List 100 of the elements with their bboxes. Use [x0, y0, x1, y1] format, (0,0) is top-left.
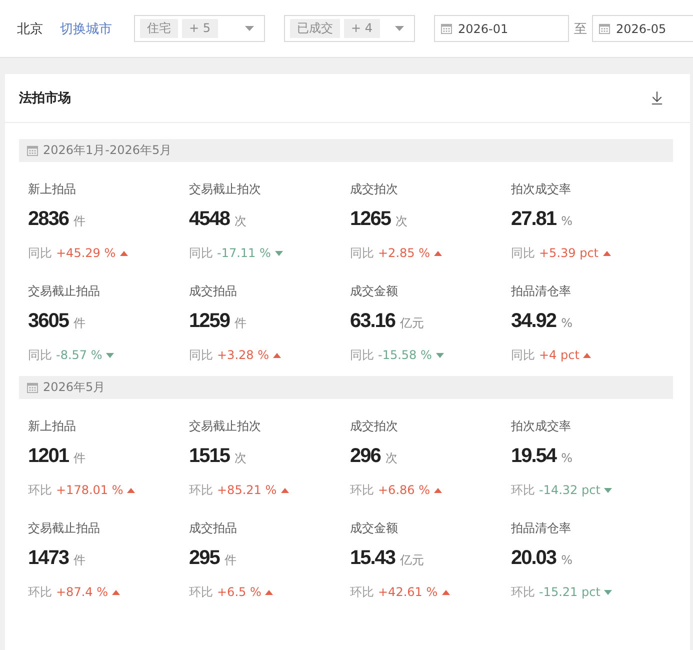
metric-label: 成交金额 — [350, 283, 398, 300]
change-value: -14.32 pct — [539, 483, 600, 497]
metric-unit: 件 — [74, 213, 86, 230]
filter-tag: 已成交 — [290, 19, 340, 38]
compare-label: 环比 — [28, 482, 52, 498]
compare-label: 同比 — [511, 244, 535, 262]
filter-select[interactable]: 住宅 + 5 — [134, 15, 265, 42]
metric-unit: % — [561, 214, 572, 228]
metric-label: 交易截止拍品 — [28, 283, 100, 300]
metric-value: 1515 — [189, 444, 230, 469]
change-value: +6.5 % — [217, 585, 262, 599]
compare-label: 环比 — [511, 482, 535, 498]
compare-label: 同比 — [189, 244, 213, 262]
compare-label: 同比 — [350, 346, 374, 364]
switch-city-link[interactable]: 切换城市 — [60, 20, 112, 38]
change-value: +6.86 % — [378, 483, 430, 497]
metric-label: 拍品清仓率 — [511, 283, 571, 300]
metric-unit: 件 — [74, 450, 86, 467]
metric-unit: % — [561, 451, 572, 465]
metric-label: 成交拍次 — [350, 418, 398, 435]
change-value: -15.21 pct — [539, 585, 600, 599]
metric-value: 1473 — [28, 546, 68, 571]
metric-unit: % — [561, 316, 572, 330]
metric-unit: 次 — [385, 450, 398, 467]
caret-icon — [245, 26, 254, 31]
metric-label: 交易截止拍品 — [28, 520, 100, 537]
metric-label: 交易截止拍次 — [189, 181, 261, 198]
metric-label: 交易截止拍次 — [189, 418, 261, 435]
compare-label: 同比 — [511, 346, 535, 364]
metric-unit: 件 — [74, 315, 86, 332]
compare-label: 同比 — [28, 244, 52, 262]
calendar-icon — [599, 23, 610, 34]
filter-tag: 住宅 — [140, 19, 178, 38]
metric-value: 296 — [350, 444, 380, 469]
metric-value: 1259 — [189, 309, 230, 334]
metric-unit: 次 — [234, 450, 246, 467]
change-value: +42.61 % — [378, 585, 438, 599]
metric-unit: 件 — [224, 552, 236, 569]
metric-unit: 次 — [396, 213, 408, 230]
metric-value: 19.54 — [511, 444, 556, 469]
metric-value: 63.16 — [350, 309, 396, 334]
change-value: +45.29 % — [56, 246, 116, 260]
change-value: -17.11 % — [217, 246, 271, 260]
calendar-icon — [27, 145, 38, 156]
compare-label: 环比 — [189, 584, 213, 600]
metric-value: 2836 — [28, 207, 68, 232]
metric-value: 3605 — [28, 309, 68, 334]
change-value: +87.4 % — [56, 585, 108, 599]
date-input[interactable]: 2026-01 — [434, 15, 569, 42]
compare-label: 环比 — [350, 482, 374, 498]
metric-unit: 件 — [74, 552, 86, 569]
card-title: 法拍市场 — [19, 90, 71, 107]
metric-label: 成交拍次 — [350, 181, 398, 198]
filter-tag: + 4 — [344, 19, 380, 38]
compare-label: 环比 — [189, 482, 213, 498]
metric-label: 拍次成交率 — [511, 418, 571, 435]
change-value: -8.57 % — [56, 348, 102, 362]
metric-label: 成交金额 — [350, 520, 398, 537]
metric-label: 成交拍品 — [189, 520, 237, 537]
date-input[interactable]: 2026-05 — [592, 15, 693, 42]
compare-label: 环比 — [350, 584, 374, 600]
calendar-icon — [441, 23, 452, 34]
metric-unit: 亿元 — [400, 315, 424, 332]
metric-unit: % — [561, 553, 572, 567]
metric-value: 34.92 — [511, 309, 556, 334]
metric-label: 拍品清仓率 — [511, 520, 571, 537]
change-value: -15.58 % — [378, 348, 432, 362]
change-value: +178.01 % — [56, 483, 124, 497]
calendar-icon — [27, 382, 38, 393]
metric-value: 295 — [189, 546, 220, 571]
change-value: +5.39 pct — [539, 246, 599, 260]
download-icon — [649, 90, 665, 106]
metric-label: 拍次成交率 — [511, 181, 571, 198]
metric-value: 20.03 — [511, 546, 556, 571]
change-value: +85.21 % — [217, 483, 277, 497]
filter-select[interactable]: 已成交 + 4 — [284, 15, 415, 42]
compare-label: 同比 — [350, 244, 374, 262]
metric-label: 新上拍品 — [28, 181, 76, 198]
metric-unit: 件 — [234, 315, 246, 332]
metric-label: 成交拍品 — [189, 283, 237, 300]
change-value: +4 pct — [539, 348, 580, 362]
metric-value: 1201 — [28, 444, 68, 469]
period-label: 2026年1月-2026年5月 — [43, 142, 172, 159]
metric-unit: 次 — [234, 213, 246, 230]
metric-value: 15.43 — [350, 546, 396, 571]
metric-value: 27.81 — [511, 207, 556, 232]
compare-label: 同比 — [28, 346, 52, 364]
metric-label: 新上拍品 — [28, 418, 76, 435]
metric-unit: 亿元 — [400, 552, 424, 569]
change-value: +3.28 % — [217, 348, 269, 362]
filter-tag: + 5 — [182, 19, 218, 38]
range-separator: 至 — [574, 20, 587, 38]
period-label: 2026年5月 — [43, 379, 106, 396]
download-button[interactable] — [649, 90, 665, 106]
compare-label: 环比 — [511, 584, 535, 600]
change-value: +2.85 % — [378, 246, 430, 260]
city-name: 北京 — [17, 20, 43, 38]
caret-icon — [395, 26, 404, 31]
metric-value: 1265 — [350, 207, 390, 232]
compare-label: 同比 — [189, 346, 213, 364]
